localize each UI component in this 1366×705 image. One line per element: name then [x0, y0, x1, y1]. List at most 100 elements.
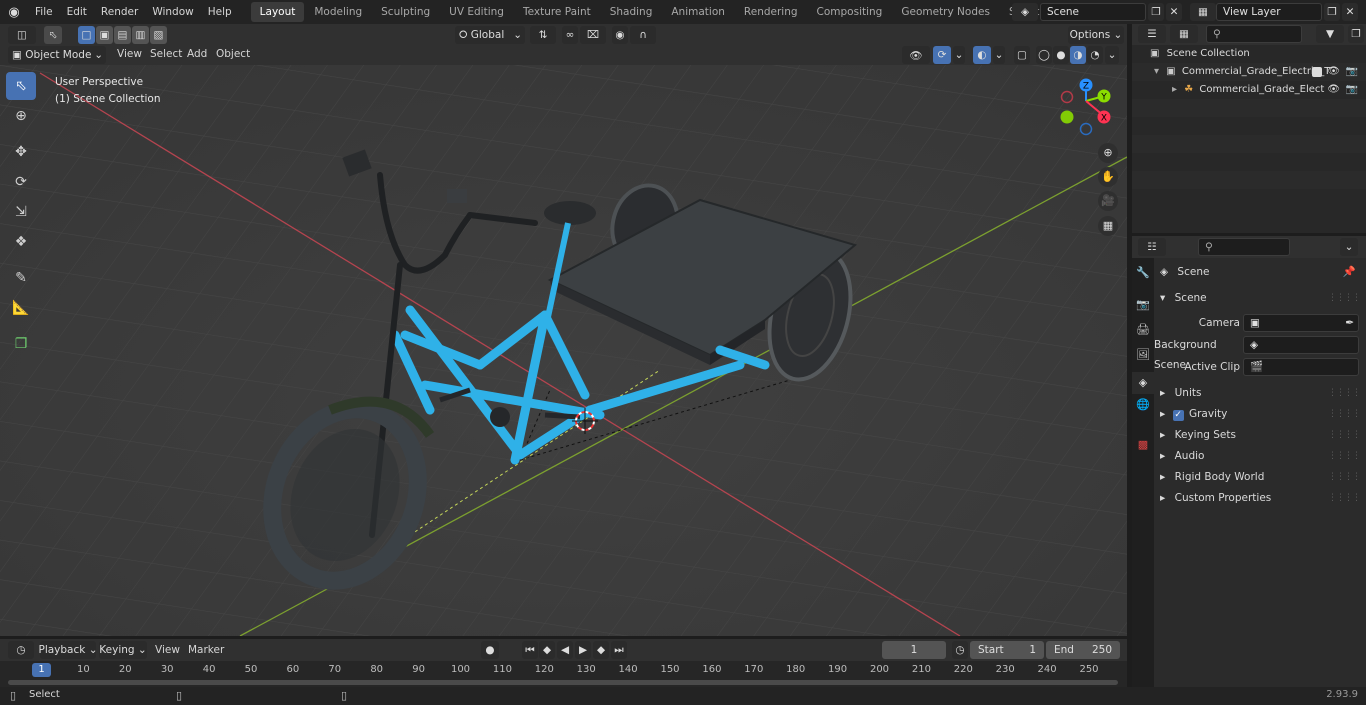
tab-rendering[interactable]: Rendering	[735, 2, 807, 22]
annotate-tool-icon[interactable]: ✎	[6, 264, 36, 292]
outliner-row[interactable]: ▸ ☘ Commercial_Grade_Elect 👁 📷	[1132, 81, 1366, 99]
transform-tool-icon[interactable]: ❖	[6, 228, 36, 256]
cursor-tool-icon[interactable]: ⊕	[6, 102, 36, 130]
tab-sculpting[interactable]: Sculpting	[372, 2, 439, 22]
tab-texture-paint[interactable]: Texture Paint	[514, 2, 600, 22]
custom-properties-panel[interactable]: ▸ Custom Properties ⋮⋮⋮⋮	[1154, 488, 1366, 509]
tab-layout[interactable]: Layout	[250, 2, 305, 22]
eyedropper-icon[interactable]: ✒	[1345, 315, 1354, 331]
world-tab-icon[interactable]: 🌐	[1135, 398, 1151, 416]
keying-sets-panel[interactable]: ▸ Keying Sets ⋮⋮⋮⋮	[1154, 425, 1366, 446]
render-tab-icon[interactable]: 📷	[1135, 298, 1151, 316]
tab-compositing[interactable]: Compositing	[808, 2, 892, 22]
falloff-icon[interactable]: ∩	[630, 26, 656, 44]
tab-uv-editing[interactable]: UV Editing	[440, 2, 513, 22]
next-keyframe-icon[interactable]: ◆	[593, 641, 609, 659]
expand-arrow-icon[interactable]: ▸	[1172, 84, 1177, 95]
add-cube-tool-icon[interactable]: ❐	[6, 330, 36, 358]
jump-start-icon[interactable]: ⏮	[522, 641, 538, 659]
rendered-shading-icon[interactable]: ◔	[1087, 46, 1103, 64]
play-reverse-icon[interactable]: ◀	[557, 641, 573, 659]
auto-keying-icon[interactable]: ●	[481, 641, 499, 659]
exclude-checkbox[interactable]	[1312, 67, 1322, 77]
rotate-tool-icon[interactable]: ⟳	[6, 168, 36, 196]
filter-icon[interactable]: ▼	[1316, 25, 1344, 43]
new-scene-icon[interactable]: ❐	[1148, 3, 1164, 21]
playback-menu[interactable]: Playback ⌄	[39, 641, 98, 659]
texture-tab-icon[interactable]: ▩	[1135, 438, 1151, 456]
view-layer-type-icon[interactable]: ▦	[1190, 3, 1216, 21]
tool-tab-icon[interactable]: 🔧	[1135, 266, 1151, 284]
expand-arrow-icon[interactable]: ▾	[1154, 66, 1159, 77]
camera-render-icon[interactable]: 📷	[1346, 63, 1358, 81]
3d-viewport[interactable]: Z Y X	[0, 65, 1127, 636]
select-subtract-icon[interactable]: ▤	[114, 26, 131, 44]
display-mode-icon[interactable]: ▦	[1170, 25, 1198, 43]
rigid-body-world-panel[interactable]: ▸ Rigid Body World ⋮⋮⋮⋮	[1154, 467, 1366, 488]
solid-shading-icon[interactable]: ●	[1053, 46, 1069, 64]
menu-render[interactable]: Render	[94, 0, 145, 24]
outliner-row[interactable]: ▣ Scene Collection	[1132, 45, 1366, 63]
units-panel[interactable]: ▸ Units ⋮⋮⋮⋮	[1154, 383, 1366, 404]
timeline-ruler[interactable]: 1 10 20 30 40 50 60 70 80 90 100 110 120 130 140 150 16…	[0, 661, 1127, 687]
shading-dropdown-icon[interactable]: ⌄	[1105, 46, 1119, 64]
start-frame-field[interactable]: Start 1	[970, 641, 1044, 659]
background-scene-field[interactable]: ◈	[1243, 336, 1359, 354]
gravity-checkbox[interactable]: ✓	[1172, 410, 1184, 421]
select-extend-icon[interactable]: ▣	[96, 26, 113, 44]
new-view-layer-icon[interactable]: ❐	[1324, 3, 1340, 21]
menu-help[interactable]: Help	[201, 0, 239, 24]
timeline-scrollbar[interactable]	[8, 680, 1118, 685]
scene-name-field[interactable]: Scene	[1040, 3, 1146, 21]
delete-view-layer-icon[interactable]: ✕	[1342, 3, 1358, 21]
wireframe-shading-icon[interactable]: ◯	[1036, 46, 1052, 64]
menu-window[interactable]: Window	[145, 0, 200, 24]
blender-logo-icon[interactable]: ◉	[0, 5, 28, 20]
pivot-point-icon[interactable]: ⇅	[530, 26, 556, 44]
view-layer-field[interactable]: View Layer	[1216, 3, 1322, 21]
clock-icon[interactable]: ◷	[952, 641, 968, 659]
show-gizmo-icon[interactable]: ⟳	[933, 46, 951, 64]
keying-menu[interactable]: Keying ⌄	[99, 641, 147, 659]
gravity-panel[interactable]: ▸ ✓ Gravity ⋮⋮⋮⋮	[1154, 404, 1366, 425]
outliner-search-input[interactable]: ⚲	[1206, 25, 1302, 43]
zoom-icon[interactable]: ⊕	[1098, 143, 1118, 163]
select-new-icon[interactable]: □	[78, 26, 95, 44]
outliner-editor-type-icon[interactable]: ☰	[1138, 25, 1166, 43]
proportional-edit-icon[interactable]: ◉	[612, 26, 628, 44]
perspective-toggle-icon[interactable]: ▦	[1098, 216, 1118, 236]
active-clip-field[interactable]: 🎬	[1243, 358, 1359, 376]
properties-editor-type-icon[interactable]: ☷	[1138, 238, 1166, 256]
camera-render-icon[interactable]: 📷	[1346, 81, 1358, 99]
viewport-menu-object[interactable]: Object	[209, 44, 257, 65]
menu-edit[interactable]: Edit	[60, 0, 94, 24]
visibility-filter-icon[interactable]: 👁	[902, 46, 930, 64]
camera-field[interactable]: ▣ ✒	[1243, 314, 1359, 332]
overlays-dropdown-icon[interactable]: ⌄	[993, 46, 1005, 64]
jump-end-icon[interactable]: ⏭	[611, 641, 627, 659]
eye-icon[interactable]: 👁	[1327, 63, 1340, 81]
pin-icon[interactable]: 📌	[1343, 262, 1356, 282]
timeline-editor-type-icon[interactable]: ◷	[8, 641, 34, 659]
measure-tool-icon[interactable]: 📐	[6, 294, 36, 322]
playhead[interactable]: 1	[32, 663, 51, 677]
outliner-row[interactable]: ▾ ▣ Commercial_Grade_Electric_T 👁 📷	[1132, 63, 1366, 81]
tab-modeling[interactable]: Modeling	[305, 2, 371, 22]
select-invert-icon[interactable]: ▥	[132, 26, 149, 44]
select-intersect-icon[interactable]: ▧	[150, 26, 167, 44]
new-collection-icon[interactable]: ❐	[1348, 25, 1364, 43]
move-tool-icon[interactable]: ✥	[6, 138, 36, 166]
eye-icon[interactable]: 👁	[1327, 81, 1340, 99]
snap-target-icon[interactable]: ⌧	[580, 26, 606, 44]
play-icon[interactable]: ▶	[575, 641, 591, 659]
properties-search-input[interactable]: ⚲	[1198, 238, 1290, 256]
prev-keyframe-icon[interactable]: ◆	[539, 641, 555, 659]
gizmo-neg-y[interactable]	[1060, 110, 1074, 124]
show-overlays-icon[interactable]: ◐	[973, 46, 991, 64]
material-preview-shading-icon[interactable]: ◑	[1070, 46, 1086, 64]
editor-type-icon[interactable]: ◫	[8, 26, 36, 44]
properties-options-icon[interactable]: ⌄	[1340, 238, 1358, 256]
view-layer-tab-icon[interactable]: 🖼	[1135, 348, 1151, 366]
gizmo-dropdown-icon[interactable]: ⌄	[953, 46, 965, 64]
audio-panel[interactable]: ▸ Audio ⋮⋮⋮⋮	[1154, 446, 1366, 467]
